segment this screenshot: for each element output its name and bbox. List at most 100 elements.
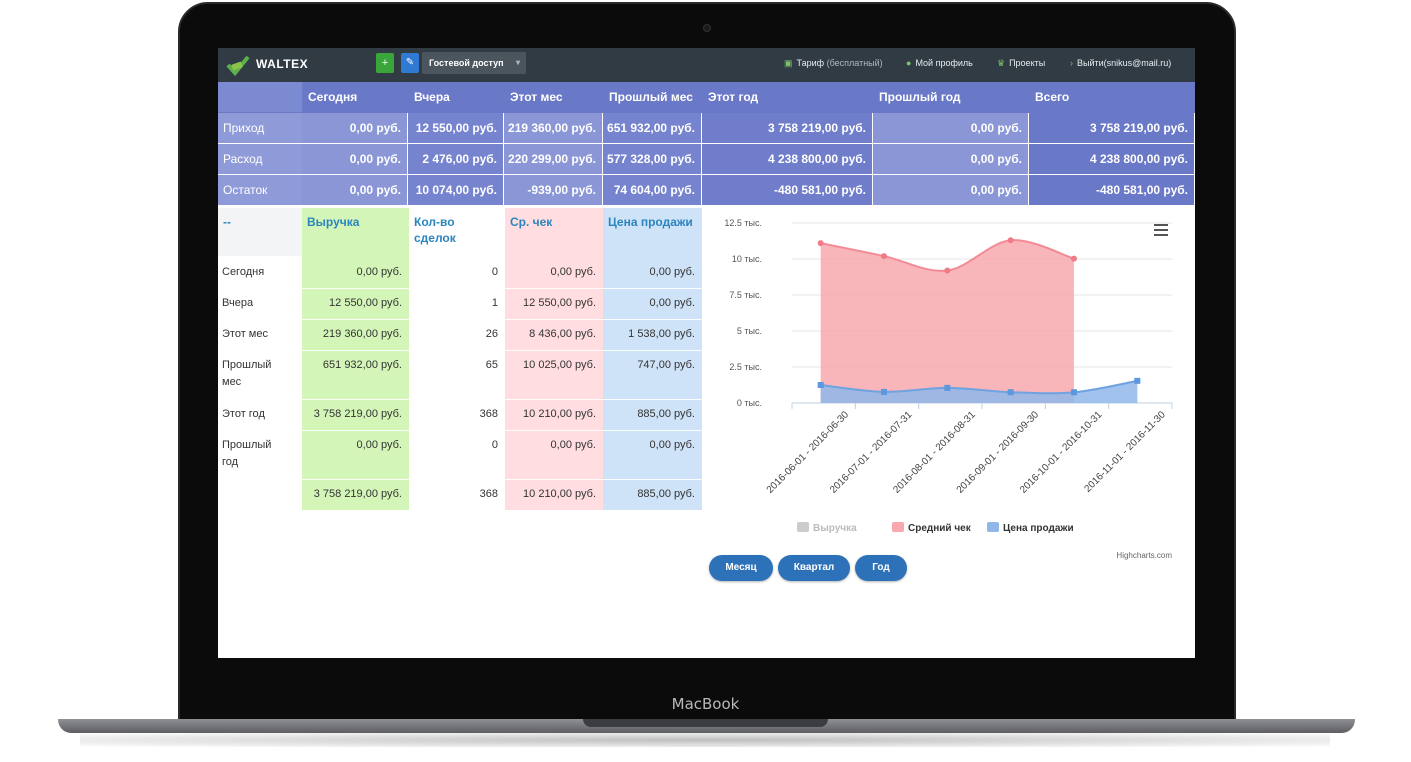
period-quarter-button[interactable]: Квартал (778, 555, 850, 581)
detail-cell-price: 0,00 руб. (649, 266, 695, 278)
pencil-icon: ✎ (405, 57, 415, 68)
detail-header-deals: Кол-во сделок (414, 215, 456, 245)
detail-header-price: Цена продажи (608, 215, 693, 229)
detail-cell-deals: 0 (491, 266, 498, 278)
data-point (1071, 255, 1077, 262)
edit-button[interactable]: ✎ (401, 53, 419, 73)
laptop-shadow (80, 733, 1330, 747)
detail-cell-deals: 1 (491, 297, 498, 309)
profile-link[interactable]: ● Мой профиль (906, 58, 973, 68)
detail-cell-revenue: 3 758 219,00 руб. (313, 408, 402, 420)
detail-cell-avg: 8 436,00 руб. (529, 328, 596, 340)
chevron-right-icon: › (1070, 58, 1073, 68)
detail-cell-deals: 368 (479, 408, 498, 420)
legend-swatch (987, 522, 999, 532)
detail-cell-price: 1 538,00 руб. (628, 328, 695, 340)
row-divider (218, 479, 702, 480)
y-tick-label: 0 тыс. (737, 398, 762, 408)
legend-label: Средний чек (908, 523, 972, 534)
guest-access-dropdown[interactable]: Гостевой доступ ▾ (422, 52, 526, 74)
summary-cell: -480 581,00 руб. (702, 175, 872, 205)
detail-cell-avg: 10 210,00 руб. (523, 408, 596, 420)
y-tick-label: 12.5 тыс. (724, 218, 762, 228)
summary-cell: -480 581,00 руб. (1029, 175, 1194, 205)
summary-cell: 577 328,00 руб. (603, 144, 701, 174)
detail-cell-revenue: 219 360,00 руб. (322, 328, 402, 340)
laptop-notch (583, 719, 828, 727)
summary-row: Остаток 0,00 руб. 10 074,00 руб. -939,00 ру… (218, 175, 1195, 206)
period-year-button[interactable]: Год (855, 555, 907, 581)
tariff-note: (бесплатный) (826, 58, 883, 68)
chart-credit: Highcharts.com (1116, 551, 1172, 560)
top-navbar: WALTEX + ✎ Гостевой доступ ▾ ▣ Тариф (бес… (218, 48, 1195, 82)
summary-cell: -939,00 руб. (504, 175, 602, 205)
summary-cell: 0,00 руб. (302, 144, 407, 174)
row-divider (218, 430, 702, 431)
chart-menu-icon[interactable] (1154, 224, 1168, 236)
data-point (1071, 389, 1077, 396)
summary-cell: 2 476,00 руб. (408, 144, 503, 174)
chart-svg: 0 тыс. 2.5 тыс. 5 тыс. 7.5 тыс. 10 тыс. 12.5 … (724, 218, 1173, 560)
y-tick-label: 2.5 тыс. (729, 362, 762, 372)
detail-cell-revenue: 0,00 руб. (356, 266, 402, 278)
chart-area: 0 тыс. 2.5 тыс. 5 тыс. 7.5 тыс. 10 тыс. 12.5 … (702, 208, 1195, 568)
detail-cell-avg: 0,00 руб. (550, 439, 596, 451)
detail-cell-revenue: 3 758 219,00 руб. (313, 488, 402, 500)
logo-text[interactable]: WALTEX (256, 57, 308, 71)
tariff-label: Тариф (796, 58, 825, 68)
user-icon: ● (906, 58, 912, 68)
row-divider (218, 399, 702, 400)
calendar-icon: ▣ (784, 58, 793, 68)
legend-label: Выручка (813, 523, 857, 534)
projects-link[interactable]: ♛ Проекты (997, 58, 1045, 69)
summary-header: Этот мес (510, 90, 563, 104)
summary-header: Прошлый мес (609, 90, 693, 104)
detail-cell-price: 885,00 руб. (637, 488, 695, 500)
tariff-link[interactable]: ▣ Тариф (бесплатный) (784, 58, 883, 69)
detail-cell-avg: 10 210,00 руб. (523, 488, 596, 500)
detail-table: -- Выручка Кол-во сделок Ср. чек Цена пр… (218, 208, 702, 510)
detail-cell-avg: 0,00 руб. (550, 266, 596, 278)
summary-header: Этот год (708, 90, 759, 104)
legend-swatch (892, 522, 904, 532)
logout-link[interactable]: › Выйти(snikus@mail.ru) (1070, 58, 1171, 68)
chevron-down-icon: ▾ (515, 58, 520, 67)
series-area (820, 240, 1074, 403)
summary-row-label: Расход (218, 144, 302, 174)
summary-cell: 651 932,00 руб. (603, 113, 701, 143)
waltex-logo-icon (226, 55, 250, 77)
summary-cell: 74 604,00 руб. (603, 175, 701, 205)
detail-cell-price: 0,00 руб. (649, 439, 695, 451)
detail-row-label: Прошлый мес (222, 359, 272, 388)
summary-cell: 0,00 руб. (873, 144, 1028, 174)
data-point (817, 382, 824, 388)
projects-label: Проекты (1009, 58, 1046, 68)
summary-row: Расход 0,00 руб. 2 476,00 руб. 220 299,00 р… (218, 144, 1195, 175)
summary-cell: 219 360,00 руб. (504, 113, 602, 143)
camera-icon (703, 24, 711, 32)
profile-label: Мой профиль (915, 58, 973, 68)
detail-row-label: Прошлый год (222, 439, 272, 468)
detail-row-label: Сегодня (222, 266, 265, 278)
detail-row-label: Этот мес (222, 328, 268, 340)
data-point (1134, 377, 1141, 384)
detail-cell-avg: 10 025,00 руб. (523, 359, 596, 371)
detail-cell-revenue: 12 550,00 руб. (329, 297, 402, 309)
add-button[interactable]: + (376, 53, 394, 73)
detail-cell-price: 747,00 руб. (637, 359, 695, 371)
period-month-button[interactable]: Месяц (709, 555, 773, 581)
summary-cell: 10 074,00 руб. (408, 175, 503, 205)
detail-cell-deals: 26 (485, 328, 498, 340)
crown-icon: ♛ (997, 58, 1006, 68)
summary-header: Прошлый год (879, 90, 961, 104)
summary-row-label: Остаток (218, 175, 302, 205)
summary-header: Вчера (414, 90, 450, 104)
logout-label: Выйти(snikus@mail.ru) (1077, 58, 1172, 68)
data-point (944, 384, 951, 391)
row-divider (218, 319, 702, 320)
summary-header-row: Сегодня Вчера Этот мес Прошлый мес Этот … (218, 82, 1195, 113)
detail-cell-revenue: 0,00 руб. (356, 439, 402, 451)
summary-header: Всего (1035, 90, 1070, 104)
data-point (817, 240, 824, 247)
summary-cell: 12 550,00 руб. (408, 113, 503, 143)
